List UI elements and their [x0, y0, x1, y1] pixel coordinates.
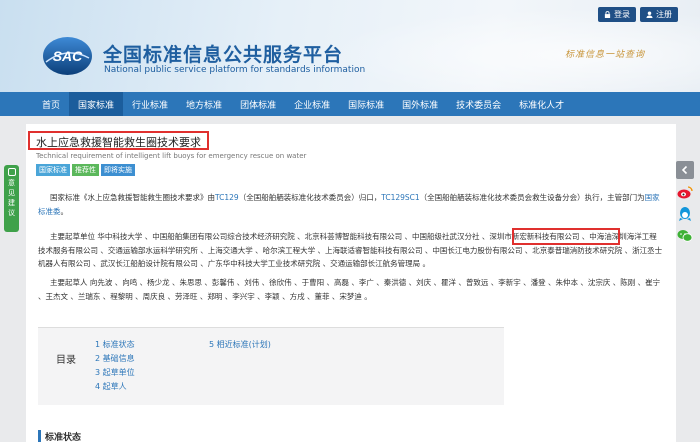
weibo-icon[interactable]: [676, 183, 694, 201]
section-heading-status: 标准状态: [38, 430, 81, 442]
edit-icon: [7, 168, 16, 176]
nav-item-group-standards[interactable]: 团体标准: [231, 92, 285, 116]
toc-item-drafting-units[interactable]: 3 起草单位: [95, 366, 135, 380]
feedback-char: 建: [8, 199, 15, 207]
feedback-char: 意: [8, 179, 15, 187]
wechat-icon[interactable]: [676, 227, 694, 245]
site-header: 登录 注册 SAC 全国标准信息公共服务平台 National public s…: [0, 0, 700, 92]
nav-item-industry-standards[interactable]: 行业标准: [123, 92, 177, 116]
standard-detail-panel: 水上应急救援智能救生圈技术要求 Technical requirement of…: [26, 124, 676, 442]
toc-item-basic-info[interactable]: 2 基础信息: [95, 352, 135, 366]
tag-national-standard: 国家标准: [36, 164, 70, 176]
feedback-char: 议: [8, 209, 15, 217]
toc-item-similar-standards[interactable]: 5 相近标准(计划): [209, 338, 271, 352]
feedback-char: 见: [8, 189, 15, 197]
tag-recommended: 推荐性: [72, 164, 99, 176]
table-of-contents: 目录 1 标准状态 2 基础信息 3 起草单位 4 起草人 5 相近标准(计划): [38, 327, 504, 405]
nav-item-standardization-talents[interactable]: 标准化人才: [510, 92, 573, 116]
governance-paragraph: 国家标准《水上应急救援智能救生圈技术要求》由TC129（全国船舶舾装标准化技术委…: [38, 193, 660, 216]
main-nav: 首页 国家标准 行业标准 地方标准 团体标准 企业标准 国际标准 国外标准 技术委员会 标准化人才: [0, 92, 700, 116]
back-arrow-icon[interactable]: [676, 161, 694, 179]
drafters-paragraph: 主要起草人 向先波 、向鸣 、杨少龙 、朱思思 、彭馨伟 、刘伟 、徐欣伟 、于…: [38, 278, 661, 301]
qq-icon[interactable]: [676, 205, 694, 223]
toc-item-status[interactable]: 1 标准状态: [95, 338, 135, 352]
toc-label: 目录: [56, 355, 76, 366]
status-tags: 国家标准 推荐性 即将实施: [36, 164, 135, 176]
site-title-en: National public service platform for sta…: [104, 65, 366, 75]
nav-item-home[interactable]: 首页: [33, 92, 69, 116]
login-button[interactable]: 登录: [598, 7, 636, 22]
tag-upcoming: 即将实施: [101, 164, 135, 176]
standard-title-en: Technical requirement of intelligent lif…: [36, 152, 307, 160]
site-title: 全国标准信息公共服务平台: [103, 44, 344, 66]
tc129sc1-link[interactable]: TC129SC1: [381, 193, 419, 202]
nav-item-foreign-standards[interactable]: 国外标准: [393, 92, 447, 116]
slogan: 标准信息一站查询: [565, 50, 646, 60]
user-icon: [646, 11, 653, 18]
sac-logo[interactable]: SAC: [42, 36, 93, 76]
toc-item-drafters[interactable]: 4 起草人: [95, 380, 135, 394]
lock-icon: [604, 11, 611, 18]
standard-title: 水上应急救援智能救生圈技术要求: [36, 136, 201, 149]
nav-item-international-standards[interactable]: 国际标准: [339, 92, 393, 116]
feedback-tab[interactable]: 意见建议: [4, 165, 19, 232]
tc129-link[interactable]: TC129: [215, 193, 239, 202]
svg-text:SAC: SAC: [53, 48, 83, 64]
nav-item-technical-committees[interactable]: 技术委员会: [447, 92, 510, 116]
nav-item-national-standards[interactable]: 国家标准: [69, 92, 124, 116]
nav-item-enterprise-standards[interactable]: 企业标准: [285, 92, 339, 116]
login-bar: 登录 注册: [598, 7, 678, 22]
share-bar: [676, 161, 694, 245]
unit-highlight-box: [512, 228, 620, 245]
nav-item-local-standards[interactable]: 地方标准: [177, 92, 231, 116]
register-button[interactable]: 注册: [640, 7, 678, 22]
